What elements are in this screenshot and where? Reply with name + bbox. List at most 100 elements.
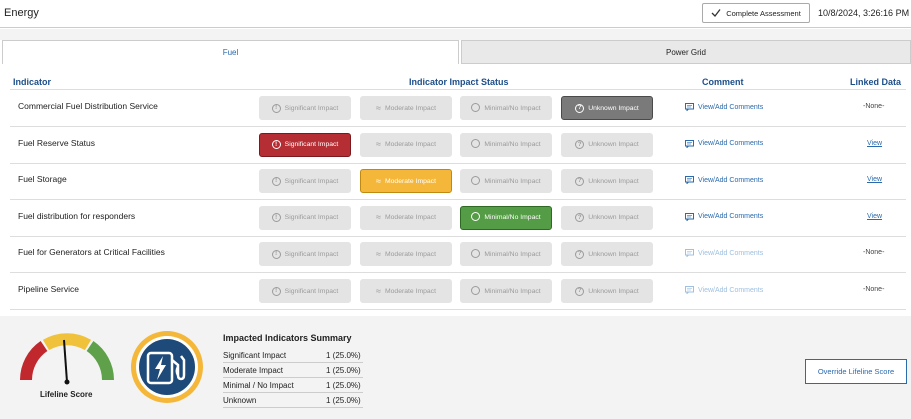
minimal-impact-icon (471, 139, 481, 150)
unknown-impact-icon: ? (575, 286, 585, 296)
moderate-impact-icon: ≈ (376, 248, 381, 259)
comment-label: View/Add Comments (698, 103, 764, 111)
complete-assessment-button[interactable]: Complete Assessment (702, 3, 810, 23)
summary-value: 1 (25.0%) (326, 351, 361, 360)
minimal-impact-icon (471, 102, 481, 114)
checkmark-icon (711, 9, 721, 17)
impact-button-label: Unknown Impact (588, 104, 639, 112)
lifeline-score-label: Lifeline Score (40, 390, 93, 399)
summary-label: Unknown (223, 396, 257, 405)
moderate-impact-button[interactable]: ≈ Moderate Impact (360, 205, 452, 230)
significant-impact-icon: ! (271, 176, 281, 186)
moderate-impact-button[interactable]: ≈ Moderate Impact (360, 96, 452, 120)
significant-impact-button[interactable]: ! Significant Impact (259, 96, 351, 120)
comment-label: View/Add Comments (698, 176, 764, 184)
view-add-comments-link[interactable]: View/Add Comments (685, 176, 764, 185)
view-add-comments-link[interactable]: View/Add Comments (685, 286, 763, 294)
indicator-label: Commercial Fuel Distribution Service (18, 101, 158, 111)
significant-impact-icon: ! (271, 140, 281, 150)
unknown-impact-icon: ? (575, 213, 585, 223)
gauge-needle (63, 339, 68, 383)
significant-impact-button[interactable]: ! Significant Impact (259, 205, 351, 230)
impact-button-label: Unknown Impact (588, 177, 639, 185)
minimal-impact-button[interactable]: Minimal/No Impact (460, 96, 552, 120)
comment-icon (685, 249, 694, 258)
significant-impact-button[interactable]: ! Significant Impact (259, 242, 351, 267)
impact-button-label: Minimal/No Impact (484, 287, 541, 295)
unknown-impact-button[interactable]: ? Unknown Impact (561, 132, 653, 157)
datetime-stamp: 10/8/2024, 3:26:16 PM (818, 8, 910, 18)
minimal-impact-icon (471, 285, 481, 297)
comment-label: View/Add Comments (698, 213, 764, 221)
impact-button-label: Significant Impact (284, 214, 339, 222)
unknown-impact-icon: ? (575, 103, 585, 113)
unknown-impact-button[interactable]: ? Unknown Impact (561, 205, 653, 230)
minimal-impact-icon (471, 175, 481, 187)
unknown-impact-button[interactable]: ? Unknown Impact (561, 169, 653, 194)
moderate-impact-button[interactable]: ≈ Moderate Impact (360, 279, 452, 303)
impact-button-label: Significant Impact (284, 104, 339, 112)
column-header-status: Indicator Impact Status (409, 77, 509, 87)
indicator-row: Fuel Storage ! Significant Impact ≈ Moderate… (10, 163, 906, 201)
unknown-impact-button[interactable]: ? Unknown Impact (561, 242, 653, 267)
minimal-impact-icon (471, 248, 481, 260)
impact-button-label: Significant Impact (284, 141, 339, 149)
comment-icon (685, 103, 694, 111)
moderate-impact-button[interactable]: ≈ Moderate Impact (360, 242, 452, 267)
indicator-label: Fuel Storage (18, 174, 67, 185)
impact-button-label: Unknown Impact (588, 250, 639, 258)
summary-label: Minimal / No Impact (223, 381, 294, 390)
impact-button-label: Moderate Impact (384, 104, 436, 112)
comment-icon (685, 286, 694, 294)
significant-impact-icon: ! (271, 249, 281, 259)
minimal-impact-button[interactable]: Minimal/No Impact (460, 279, 552, 303)
override-lifeline-score-button[interactable]: Override Lifeline Score (805, 359, 907, 384)
linked-data-none: -None- (863, 103, 885, 110)
summary-value: 1 (25.0%) (326, 396, 361, 405)
indicator-label: Fuel Reserve Status (18, 137, 96, 148)
moderate-impact-icon: ≈ (376, 212, 381, 223)
minimal-impact-button[interactable]: Minimal/No Impact (460, 205, 552, 230)
view-add-comments-link[interactable]: View/Add Comments (685, 139, 764, 148)
linked-data-view-link[interactable]: View (867, 176, 882, 183)
gauge-yellow-segment (42, 333, 92, 351)
moderate-impact-icon: ≈ (376, 175, 381, 186)
view-add-comments-link[interactable]: View/Add Comments (685, 249, 763, 258)
impact-button-label: Moderate Impact (384, 214, 436, 222)
summary-value: 1 (25.0%) (326, 381, 361, 390)
minimal-impact-button[interactable]: Minimal/No Impact (460, 132, 552, 157)
moderate-impact-button[interactable]: ≈ Moderate Impact (360, 132, 452, 157)
view-add-comments-link[interactable]: View/Add Comments (685, 212, 764, 221)
tab-fuel[interactable]: Fuel (2, 40, 459, 64)
impact-button-label: Unknown Impact (588, 214, 639, 222)
significant-impact-icon: ! (271, 103, 281, 113)
minimal-impact-button[interactable]: Minimal/No Impact (460, 169, 552, 194)
linked-data-none: -None- (863, 249, 885, 257)
impact-button-label: Unknown Impact (588, 287, 639, 295)
tab-power-grid[interactable]: Power Grid (461, 40, 911, 64)
indicator-row: Fuel Reserve Status! Significant Impact ≈ M… (10, 127, 906, 164)
tab-bar: Fuel Power Grid (2, 40, 911, 64)
linked-data-none: -None- (863, 286, 885, 293)
gauge-green-segment (86, 341, 114, 381)
impact-button-label: Unknown Impact (588, 141, 639, 149)
significant-impact-button[interactable]: ! Significant Impact (259, 132, 351, 157)
significant-impact-button[interactable]: ! Significant Impact (259, 169, 351, 194)
column-header-linked-data: Linked Data (850, 77, 902, 87)
header-bar: Energy Complete Assessment 10/8/2024, 3:… (0, 0, 911, 28)
significant-impact-icon: ! (271, 286, 281, 296)
minimal-impact-button[interactable]: Minimal/No Impact (460, 242, 552, 267)
comment-label: View/Add Comments (698, 140, 764, 148)
impact-button-label: Moderate Impact (384, 250, 436, 258)
summary-label: Significant Impact (223, 351, 287, 360)
unknown-impact-button[interactable]: ? Unknown Impact (561, 96, 653, 120)
linked-data-view-link[interactable]: View (867, 140, 882, 147)
significant-impact-button[interactable]: ! Significant Impact (259, 279, 351, 303)
moderate-impact-button[interactable]: ≈ Moderate Impact (360, 169, 452, 194)
indicator-row: Pipeline Service! Significant Impact ≈ Mode… (10, 273, 906, 310)
unknown-impact-button[interactable]: ? Unknown Impact (561, 279, 653, 303)
view-add-comments-link[interactable]: View/Add Comments (685, 103, 763, 111)
summary-value: 1 (25.0%) (326, 366, 361, 375)
fuel-pump-lightning-icon (131, 331, 203, 403)
linked-data-view-link[interactable]: View (867, 213, 882, 220)
